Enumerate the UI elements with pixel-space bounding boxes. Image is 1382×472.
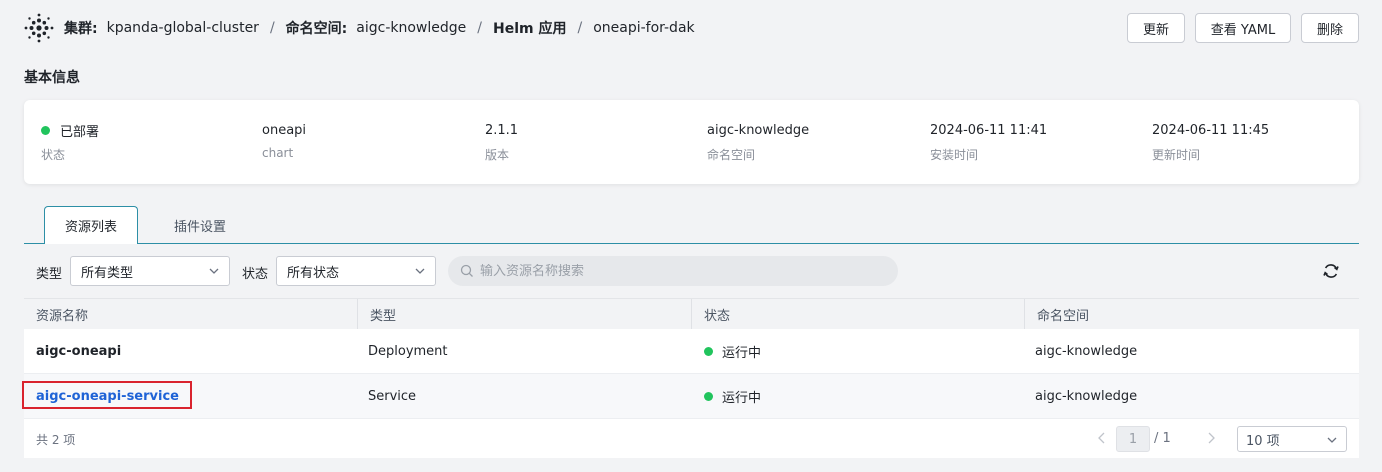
search-icon bbox=[460, 264, 473, 277]
table-row: aigc-oneapi-service Service 运行中 aigc-kno… bbox=[22, 374, 1359, 419]
update-button[interactable]: 更新 bbox=[1127, 13, 1185, 43]
chart-label: chart bbox=[262, 146, 294, 160]
cluster-label: 集群: bbox=[64, 21, 98, 37]
type-filter-label: 类型 bbox=[36, 267, 63, 282]
chevron-down-icon bbox=[209, 268, 219, 274]
version-label: 版本 bbox=[485, 148, 510, 162]
namespace-label: 命名空间 bbox=[707, 148, 756, 162]
info-version: 2.1.1 版本 bbox=[485, 121, 518, 163]
chevron-down-icon bbox=[415, 268, 425, 274]
resource-namespace-cell: aigc-knowledge bbox=[1035, 388, 1138, 404]
status-filter-value: 所有状态 bbox=[287, 265, 340, 281]
version-value: 2.1.1 bbox=[485, 122, 519, 138]
current-page-input[interactable]: 1 bbox=[1116, 426, 1150, 452]
status-dot-icon bbox=[41, 125, 50, 135]
basic-info-card: 已部署 状态 oneapi chart 2.1.1 版本 aigc-knowle… bbox=[24, 100, 1359, 184]
update-time-label: 更新时间 bbox=[1152, 148, 1201, 162]
breadcrumb-app-name: oneapi-for-dak bbox=[593, 20, 695, 36]
column-header-status: 状态 bbox=[691, 299, 1024, 329]
resource-namespace-cell: aigc-knowledge bbox=[1035, 343, 1138, 359]
view-yaml-button[interactable]: 查看 YAML bbox=[1195, 13, 1291, 43]
chevron-left-icon[interactable] bbox=[1095, 431, 1109, 445]
type-filter-select[interactable]: 所有类型 bbox=[70, 256, 230, 286]
breadcrumb-namespace[interactable]: aigc-knowledge bbox=[356, 20, 466, 36]
breadcrumb-helm-apps[interactable]: Helm 应用 bbox=[493, 18, 566, 38]
status-dot-icon bbox=[704, 346, 713, 356]
tab-resource-list[interactable]: 资源列表 bbox=[44, 206, 138, 245]
resource-type-cell: Deployment bbox=[368, 343, 448, 359]
status-value: 已部署 bbox=[60, 124, 100, 140]
pagination: 共 2 项 1 / 1 10 项 bbox=[24, 420, 1359, 458]
search-input[interactable] bbox=[480, 263, 880, 279]
tab-bar: 资源列表 插件设置 bbox=[24, 206, 1359, 245]
filter-bar: 类型 所有类型 状态 所有状态 bbox=[24, 244, 1359, 298]
breadcrumb-cluster[interactable]: kpanda-global-cluster bbox=[107, 20, 259, 36]
tab-plugin-settings[interactable]: 插件设置 bbox=[150, 206, 250, 244]
status-label: 状态 bbox=[41, 148, 66, 162]
status-text: 运行中 bbox=[722, 390, 762, 406]
info-install-time: 2024-06-11 11:41 安装时间 bbox=[930, 121, 1047, 163]
page-size-select[interactable]: 10 项 bbox=[1237, 426, 1347, 452]
chevron-down-icon bbox=[1327, 437, 1337, 443]
resource-type-cell: Service bbox=[368, 388, 417, 404]
search-box bbox=[448, 256, 898, 286]
breadcrumb-separator: / bbox=[577, 20, 583, 36]
basic-info-title: 基本信息 bbox=[24, 70, 80, 86]
status-filter-select[interactable]: 所有状态 bbox=[276, 256, 436, 286]
total-count: 共 2 项 bbox=[36, 433, 76, 447]
chart-value: oneapi bbox=[262, 122, 307, 138]
resource-status-cell: 运行中 bbox=[692, 329, 761, 373]
refresh-icon[interactable] bbox=[1322, 262, 1340, 280]
cluster-logo-icon bbox=[24, 13, 54, 43]
table-header: 资源名称 类型 状态 命名空间 bbox=[24, 298, 1359, 329]
namespace-label: 命名空间: bbox=[285, 21, 348, 37]
info-update-time: 2024-06-11 11:45 更新时间 bbox=[1152, 121, 1269, 163]
install-time-value: 2024-06-11 11:41 bbox=[930, 122, 1048, 138]
page-total: / 1 bbox=[1154, 431, 1171, 446]
status-dot-icon bbox=[704, 391, 713, 401]
chevron-right-icon[interactable] bbox=[1204, 431, 1218, 445]
breadcrumb-separator: / bbox=[477, 20, 482, 36]
column-header-name: 资源名称 bbox=[36, 308, 89, 324]
update-time-value: 2024-06-11 11:45 bbox=[1152, 122, 1270, 138]
column-header-namespace: 命名空间 bbox=[1024, 299, 1359, 329]
page-size-value: 10 项 bbox=[1246, 433, 1280, 449]
resource-panel: 类型 所有类型 状态 所有状态 资源名称 类型 状态 命名空间 aigc bbox=[22, 244, 1359, 458]
page-header: 集群: kpanda-global-cluster / 命名空间: aigc-k… bbox=[0, 0, 1382, 56]
resource-name-cell: aigc-oneapi bbox=[36, 343, 122, 359]
install-time-label: 安装时间 bbox=[930, 148, 979, 162]
resource-status-cell: 运行中 bbox=[692, 374, 761, 418]
resource-table: 资源名称 类型 状态 命名空间 aigc-oneapi Deployment 运… bbox=[22, 298, 1359, 419]
status-text: 运行中 bbox=[722, 345, 762, 361]
info-chart: oneapi chart bbox=[262, 121, 307, 161]
info-status: 已部署 状态 bbox=[41, 121, 99, 163]
breadcrumb-separator: / bbox=[269, 20, 275, 36]
breadcrumb: 集群: kpanda-global-cluster / 命名空间: aigc-k… bbox=[64, 17, 695, 39]
table-row: aigc-oneapi Deployment 运行中 aigc-knowledg… bbox=[24, 329, 1359, 374]
status-filter-label: 状态 bbox=[242, 267, 269, 282]
column-header-type: 类型 bbox=[357, 299, 691, 329]
resource-name-link[interactable]: aigc-oneapi-service bbox=[24, 374, 179, 418]
type-filter-value: 所有类型 bbox=[81, 265, 134, 281]
namespace-value: aigc-knowledge bbox=[707, 122, 810, 138]
delete-button[interactable]: 删除 bbox=[1301, 13, 1359, 43]
info-namespace: aigc-knowledge 命名空间 bbox=[707, 121, 809, 163]
